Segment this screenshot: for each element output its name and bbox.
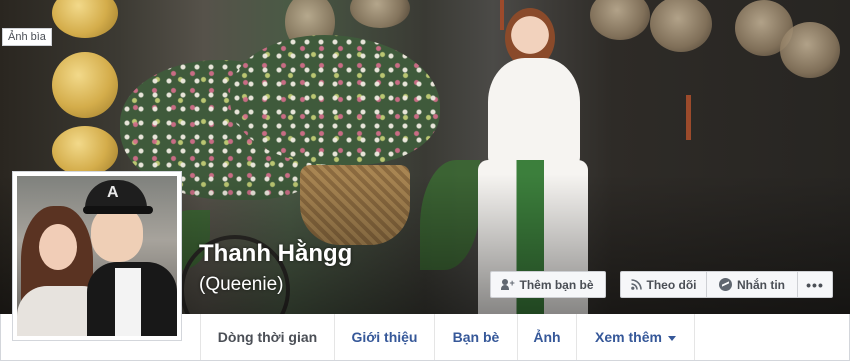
tab-friends[interactable]: Bạn bè <box>435 314 518 360</box>
tab-label: Bạn bè <box>452 329 500 345</box>
profile-header: Ảnh bìa A Thanh Hằngg (Queenie) + Thêm b… <box>0 0 850 361</box>
avatar-person <box>115 268 141 336</box>
decor-lantern <box>590 0 650 40</box>
decor-coin <box>52 0 118 38</box>
decor-coin <box>52 126 118 176</box>
message-label: Nhắn tin <box>737 277 785 292</box>
tab-label: Dòng thời gian <box>217 329 318 345</box>
tab-photos[interactable]: Ảnh <box>518 314 577 360</box>
avatar-person <box>83 206 153 214</box>
decor-tassel <box>500 0 504 30</box>
tab-label: Xem thêm <box>595 329 662 345</box>
tab-about[interactable]: Giới thiệu <box>335 314 435 360</box>
more-options-icon: ••• <box>806 276 824 293</box>
profile-picture[interactable]: A <box>12 171 182 341</box>
tab-label: Ảnh <box>533 329 561 345</box>
decor-coin <box>52 52 118 118</box>
add-friend-button[interactable]: + Thêm bạn bè <box>490 271 606 298</box>
add-friend-label: Thêm bạn bè <box>519 277 594 292</box>
tab-label: Giới thiệu <box>351 329 418 345</box>
add-friend-icon: + <box>501 279 515 290</box>
messenger-icon <box>719 278 732 291</box>
tab-timeline[interactable]: Dòng thời gian <box>200 314 335 360</box>
cover-photo-label: Ảnh bìa <box>2 28 52 46</box>
message-button[interactable]: Nhắn tin <box>706 271 798 298</box>
decor-lantern <box>350 0 410 28</box>
decor-lantern <box>650 0 712 52</box>
avatar: A <box>17 176 177 336</box>
more-options-button[interactable]: ••• <box>797 271 833 298</box>
profile-name[interactable]: Thanh Hằngg <box>199 240 352 268</box>
profile-alternate-name: (Queenie) <box>199 274 284 295</box>
follow-label: Theo dõi <box>646 277 697 292</box>
avatar-person <box>91 206 143 262</box>
avatar-person <box>39 224 77 270</box>
decor-person <box>488 58 580 168</box>
decor-lantern <box>780 22 840 78</box>
rss-icon <box>630 279 642 290</box>
caret-down-icon <box>667 335 676 341</box>
cap-logo: A <box>107 184 119 201</box>
follow-button[interactable]: Theo dõi <box>620 271 707 298</box>
decor-flowers <box>230 35 440 165</box>
tab-more[interactable]: Xem thêm <box>577 314 695 360</box>
decor-tassel <box>686 95 691 140</box>
